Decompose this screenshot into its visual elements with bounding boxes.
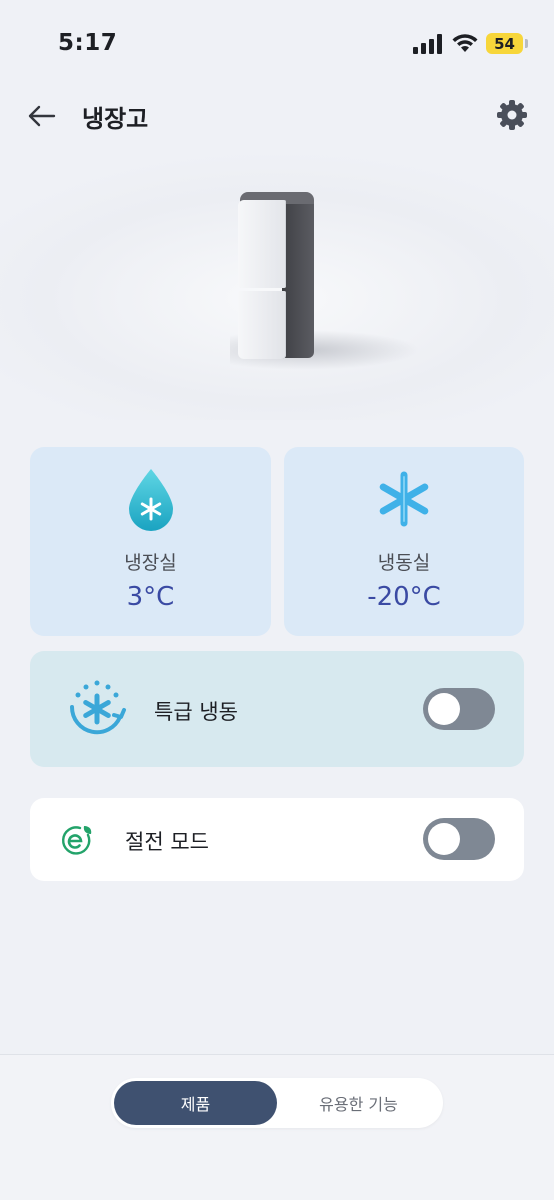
freezer-compartment-card[interactable]: 냉동실 -20°C <box>284 447 524 636</box>
settings-button[interactable] <box>494 97 530 133</box>
tab-product[interactable]: 제품 <box>114 1081 277 1125</box>
fridge-side <box>282 198 314 358</box>
tab-useful-features[interactable]: 유용한 기능 <box>277 1081 440 1125</box>
gear-icon <box>497 100 527 130</box>
snowflake-icon <box>379 471 429 527</box>
fridge-door-bottom <box>238 291 286 359</box>
fridge-door-top <box>238 200 286 288</box>
compartment-label: 냉동실 <box>377 552 431 574</box>
compartment-temperature: -20°C <box>367 582 441 612</box>
wifi-icon <box>452 34 478 52</box>
cellular-signal-icon <box>413 34 442 54</box>
status-time: 5:17 <box>58 30 118 56</box>
back-button[interactable] <box>24 98 60 134</box>
compartment-temperature: 3°C <box>126 582 175 612</box>
express-freeze-label: 특급 냉동 <box>154 700 238 724</box>
tab-switcher: 제품 유용한 기능 <box>111 1078 443 1128</box>
toggle-knob <box>428 823 460 855</box>
eco-leaf-icon <box>62 826 92 855</box>
battery-indicator: 54 <box>486 33 523 54</box>
arrow-left-icon <box>28 105 56 127</box>
page-title: 냉장고 <box>82 105 149 133</box>
water-drop-snowflake-icon <box>128 469 173 531</box>
fridge-image <box>236 192 316 362</box>
battery-tip <box>525 39 528 48</box>
toggle-knob <box>428 693 460 725</box>
power-saving-toggle[interactable] <box>423 818 495 860</box>
power-saving-card: 절전 모드 <box>30 798 524 881</box>
fridge-compartment-card[interactable]: 냉장실 3°C <box>30 447 271 636</box>
compartment-label: 냉장실 <box>124 552 177 574</box>
express-freeze-icon <box>69 680 126 735</box>
power-saving-label: 절전 모드 <box>125 830 209 854</box>
express-freeze-card: 특급 냉동 <box>30 651 524 767</box>
status-bar: 5:17 54 <box>0 0 554 88</box>
express-freeze-toggle[interactable] <box>423 688 495 730</box>
